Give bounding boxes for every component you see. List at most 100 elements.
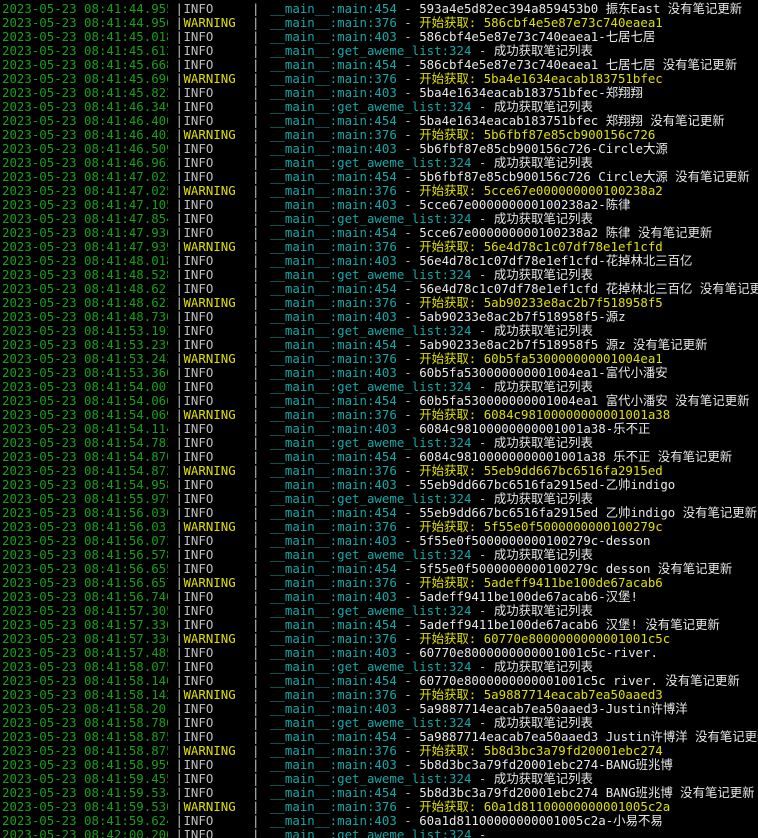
column-separator: | bbox=[252, 688, 260, 702]
log-timestamp: 2023-05-23 08:41:58.875 bbox=[2, 744, 168, 758]
log-level: INFO bbox=[176, 562, 214, 576]
log-dash: - bbox=[396, 310, 420, 324]
log-dash: - bbox=[396, 184, 420, 198]
log-level: INFO bbox=[176, 394, 214, 408]
log-level: INFO bbox=[176, 338, 214, 352]
log-message: 开始获取: 5b6fbf87e85cb900156c726 bbox=[419, 128, 656, 142]
log-message: 开始获取: 60a1d81100000000001005c2a bbox=[419, 800, 671, 814]
terminal-output[interactable]: 2023-05-23 08:41:44.955 | INFO | __main_… bbox=[0, 2, 758, 838]
log-dash: - bbox=[396, 226, 420, 240]
column-separator: | bbox=[168, 156, 183, 170]
log-dash: - bbox=[396, 114, 420, 128]
log-dash: - bbox=[396, 170, 420, 184]
log-dash: - bbox=[396, 254, 420, 268]
log-level: WARNING bbox=[176, 72, 236, 86]
log-module: __main__:main:376 bbox=[270, 800, 397, 814]
log-module: __main__:main:403 bbox=[270, 646, 397, 660]
log-level: INFO bbox=[176, 366, 214, 380]
log-level: INFO bbox=[176, 44, 214, 58]
log-dash: - bbox=[471, 44, 494, 58]
log-module: __main__:main:376 bbox=[270, 128, 397, 142]
column-separator: | bbox=[168, 114, 183, 128]
column-separator: | bbox=[168, 226, 183, 240]
column-separator: | bbox=[252, 492, 260, 506]
log-timestamp: 2023-05-23 08:41:47.854 bbox=[2, 212, 168, 226]
column-separator: | bbox=[252, 156, 260, 170]
log-message: 成功获取笔记列表 bbox=[493, 380, 593, 394]
column-separator: | bbox=[168, 814, 183, 828]
log-timestamp: 2023-05-23 08:41:59.534 bbox=[2, 786, 168, 800]
log-dash: - bbox=[396, 744, 420, 758]
column-separator: | bbox=[252, 408, 260, 422]
log-dash: - bbox=[471, 660, 494, 674]
column-separator: | bbox=[168, 828, 183, 838]
column-separator: | bbox=[168, 548, 183, 562]
log-message: 成功获取笔记列表 bbox=[493, 492, 593, 506]
log-line: 2023-05-23 08:41:57.485 | INFO | __main_… bbox=[0, 646, 758, 660]
log-timestamp: 2023-05-23 08:41:55.975 bbox=[2, 492, 168, 506]
column-separator: | bbox=[252, 380, 260, 394]
log-timestamp: 2023-05-23 08:41:46.400 bbox=[2, 114, 168, 128]
log-timestamp: 2023-05-23 08:41:57.485 bbox=[2, 646, 168, 660]
column-separator: | bbox=[168, 464, 183, 478]
log-module: __main__:main:403 bbox=[270, 422, 397, 436]
column-separator: | bbox=[252, 352, 260, 366]
log-line: 2023-05-23 08:41:47.936 | INFO | __main_… bbox=[0, 226, 758, 240]
log-level: WARNING bbox=[176, 352, 236, 366]
log-module: __main__:main:454 bbox=[270, 674, 397, 688]
column-separator: | bbox=[252, 170, 260, 184]
log-message: 56e4d78c1c07df78e1ef1cfd 花掉林北三百亿 没有笔记更新 bbox=[419, 282, 758, 296]
log-level: INFO bbox=[176, 716, 214, 730]
column-separator: | bbox=[168, 30, 183, 44]
log-dash: - bbox=[396, 2, 420, 16]
column-separator: | bbox=[168, 380, 183, 394]
log-module: __main__:main:376 bbox=[270, 352, 397, 366]
log-line: 2023-05-23 08:41:46.402 | WARNING | __ma… bbox=[0, 128, 758, 142]
log-timestamp: 2023-05-23 08:41:59.624 bbox=[2, 814, 168, 828]
log-timestamp: 2023-05-23 08:41:54.872 bbox=[2, 464, 168, 478]
log-module: __main__:main:403 bbox=[270, 254, 397, 268]
column-separator: | bbox=[168, 506, 183, 520]
log-line: 2023-05-23 08:41:54.069 | WARNING | __ma… bbox=[0, 408, 758, 422]
log-message: 成功获取笔记列表 bbox=[493, 324, 593, 338]
column-separator: | bbox=[168, 730, 183, 744]
column-separator: | bbox=[252, 44, 260, 58]
log-message: 5cce67e000000000100238a2 陈律 没有笔记更新 bbox=[419, 226, 713, 240]
log-module: __main__:get_aweme_list:324 bbox=[270, 548, 472, 562]
log-module: __main__:main:454 bbox=[270, 618, 397, 632]
log-level: INFO bbox=[176, 268, 214, 282]
log-message: 5adeff9411be100de67acab6-汉堡! bbox=[419, 590, 638, 604]
column-separator: | bbox=[168, 576, 183, 590]
log-dash: - bbox=[396, 576, 420, 590]
column-separator: | bbox=[168, 436, 183, 450]
log-module: __main__:main:403 bbox=[270, 366, 397, 380]
column-separator: | bbox=[168, 716, 183, 730]
log-message: 5f55e0f5000000000100279c desson 没有笔记更新 bbox=[419, 562, 733, 576]
log-module: __main__:main:454 bbox=[270, 114, 397, 128]
log-line: 2023-05-23 08:41:58.875 | WARNING | __ma… bbox=[0, 744, 758, 758]
log-timestamp: 2023-05-23 08:41:58.875 bbox=[2, 730, 168, 744]
column-separator: | bbox=[168, 786, 183, 800]
log-message: 5adeff9411be100de67acab6 汉堡! 没有笔记更新 bbox=[419, 618, 720, 632]
log-message: 5cce67e000000000100238a2-陈律 bbox=[419, 198, 631, 212]
log-message: 56e4d78c1c07df78e1ef1cfd-花掉林北三百亿 bbox=[419, 254, 693, 268]
log-dash: - bbox=[396, 632, 420, 646]
log-line: 2023-05-23 08:41:47.023 | INFO | __main_… bbox=[0, 170, 758, 184]
log-message: 60770e8000000000001001c5c-river. bbox=[419, 646, 658, 660]
column-separator: | bbox=[252, 240, 260, 254]
log-message: 55eb9dd667bc6516fa2915ed 乙帅indigo 没有笔记更新 bbox=[419, 506, 758, 520]
log-module: __main__:main:454 bbox=[270, 170, 397, 184]
log-line: 2023-05-23 08:41:47.025 | WARNING | __ma… bbox=[0, 184, 758, 198]
log-module: __main__:main:403 bbox=[270, 142, 397, 156]
column-separator: | bbox=[252, 548, 260, 562]
log-line: 2023-05-23 08:41:45.018 | INFO | __main_… bbox=[0, 30, 758, 44]
log-message: 5a9887714eacab7ea50aaed3-Justin许博洋 bbox=[419, 702, 688, 716]
log-level: WARNING bbox=[176, 632, 236, 646]
log-timestamp: 2023-05-23 08:41:46.402 bbox=[2, 128, 168, 142]
log-timestamp: 2023-05-23 08:41:54.783 bbox=[2, 436, 168, 450]
log-dash: - bbox=[471, 772, 494, 786]
log-level: INFO bbox=[176, 828, 214, 838]
log-dash: - bbox=[396, 506, 420, 520]
log-level: INFO bbox=[176, 422, 214, 436]
log-line: 2023-05-23 08:41:54.066 | INFO | __main_… bbox=[0, 394, 758, 408]
